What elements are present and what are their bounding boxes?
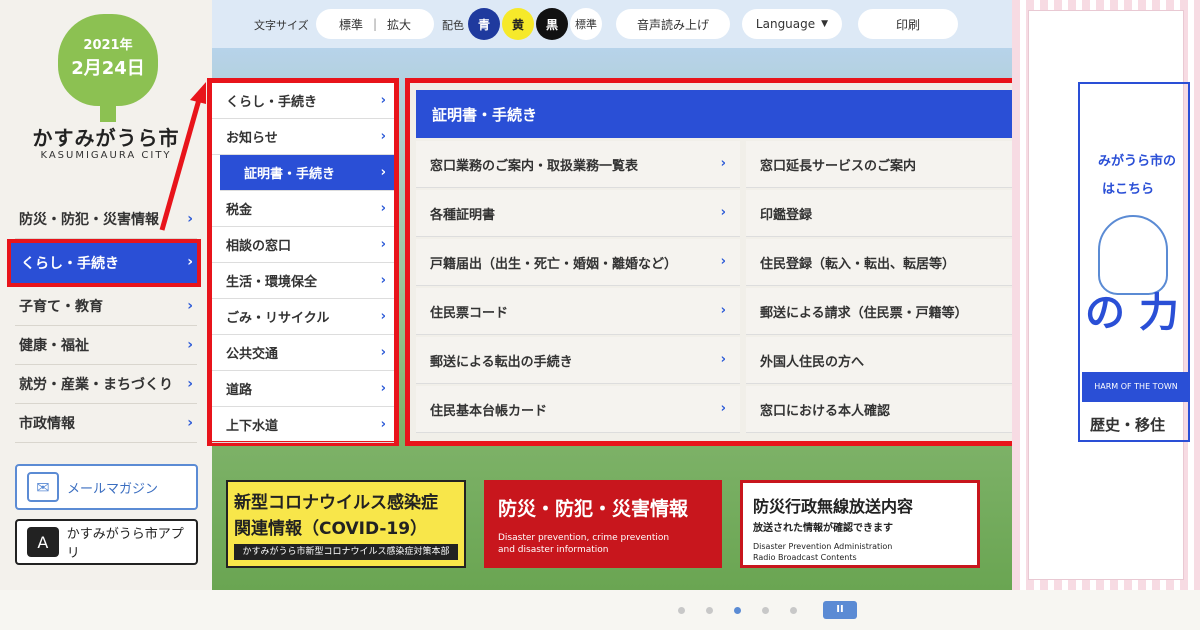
page: 2021年 2月24日 かすみがうら市 KASUMIGAURA CITY 防災・…: [0, 0, 1200, 630]
annotation-arrow-icon: [159, 82, 206, 231]
